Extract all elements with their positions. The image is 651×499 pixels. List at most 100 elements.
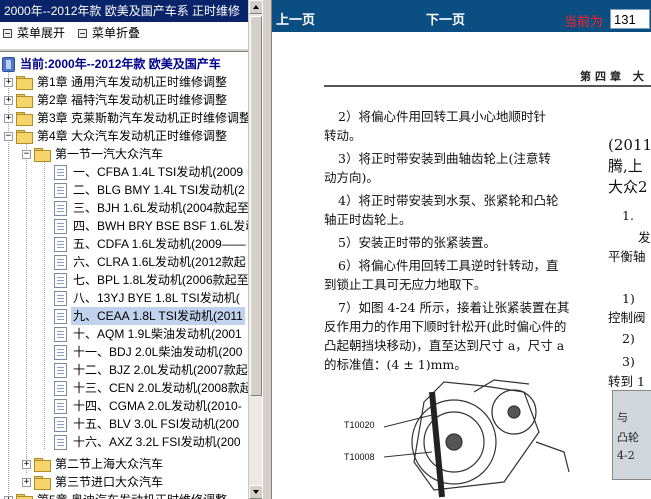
document-icon xyxy=(54,380,67,396)
inset-text: 4-2 xyxy=(617,449,635,462)
scroll-down-arrow-icon[interactable] xyxy=(249,485,262,499)
page-text-line: 3）将正时带安装到曲轴齿轮上(注意转 xyxy=(338,151,551,166)
document-icon xyxy=(54,416,67,432)
document-icon xyxy=(54,326,67,342)
tree-item[interactable]: 十三、CEN 2.0L发动机(2008款起 xyxy=(54,379,248,397)
page-text-line: 5）安装正时带的张紧装置。 xyxy=(338,235,496,250)
page-text-line: 动方向)。 xyxy=(324,170,379,185)
scroll-up-arrow-icon[interactable] xyxy=(249,0,262,14)
tree-chapter-5[interactable]: + 第5章 奥迪汽车发动机正时维修调整 xyxy=(4,491,229,499)
tree-chapter-1[interactable]: + 第1章 通用汽车发动机正时维修调整 xyxy=(4,73,229,91)
tree-item-selected[interactable]: 九、CEAA 1.8L TSI发动机(2011 xyxy=(54,307,245,325)
page-text-line: 反作用力的作用下顺时针松开(此时偏心件的 xyxy=(324,319,567,334)
folder-icon xyxy=(34,458,51,472)
tree-item[interactable]: 十二、BJZ 2.0L发动机(2007款起 xyxy=(54,361,248,379)
folder-open-icon xyxy=(34,148,51,162)
page-text-fragment: 1) xyxy=(622,291,635,306)
page-text-fragment: 控制阀 xyxy=(608,310,646,325)
tree-item[interactable]: 二、BLG BMY 1.4L TSI发动机(2 xyxy=(54,181,247,199)
inset-text: 与 xyxy=(617,411,628,424)
tree-item[interactable]: 三、BJH 1.6L发动机(2004款起至 xyxy=(54,199,248,217)
expand-toggle-icon[interactable]: + xyxy=(4,113,13,123)
tree-chapter-4[interactable]: − 第4章 大众汽车发动机正时维修调整 xyxy=(4,127,229,145)
tree-item-label: 十、AQM 1.9L柴油发动机(2001 xyxy=(73,327,242,341)
tree-item-label: 十六、AXZ 3.2L FSI发动机(200 xyxy=(73,435,241,449)
page-text-fragment: 2) xyxy=(622,331,635,346)
page-text-fragment: 腾,上 xyxy=(608,157,643,175)
tree-item[interactable]: 十六、AXZ 3.2L FSI发动机(200 xyxy=(54,433,243,451)
expand-all-icon xyxy=(3,28,12,38)
folder-icon xyxy=(16,494,33,499)
page-number-input[interactable] xyxy=(610,9,650,29)
page-text-fragment: 发 xyxy=(638,230,651,245)
tree-item[interactable]: 六、CLRA 1.6L发动机(2012款起 xyxy=(54,253,248,271)
pane-splitter[interactable] xyxy=(262,0,272,499)
book-icon xyxy=(2,56,15,72)
document-icon xyxy=(54,398,67,414)
tree-item[interactable]: 一、CFBA 1.4L TSI发动机(2009 xyxy=(54,163,245,181)
scrollbar-thumb[interactable] xyxy=(250,16,262,396)
collapse-toggle-icon[interactable]: − xyxy=(22,149,31,159)
tree-chapter-label: 第1章 通用汽车发动机正时维修调整 xyxy=(37,75,228,89)
tree-chapter-label: 第5章 奥迪汽车发动机正时维修调整 xyxy=(35,491,229,499)
viewer-toolbar: 上一页 下一页 当前为 xyxy=(272,0,651,32)
tree-item[interactable]: 七、BPL 1.8L发动机(2006款起至 xyxy=(54,271,248,289)
inset-text: 凸轮 xyxy=(617,431,639,444)
collapse-menu-button[interactable]: 菜单折叠 xyxy=(78,22,140,44)
tree-item[interactable]: 八、13YJ BYE 1.8L TSI发动机( xyxy=(54,289,242,307)
tree-item-label: 十一、BDJ 2.0L柴油发动机(200 xyxy=(73,345,243,359)
page-text-line: 4）将正时带安装到水泵、张紧轮和凸轮 xyxy=(338,193,559,208)
header-rule xyxy=(324,85,651,87)
page-text-line: 6）将偏心件用回转工具逆时针转动，直 xyxy=(338,258,559,273)
expand-toggle-icon[interactable]: + xyxy=(4,77,13,87)
expand-toggle-icon[interactable]: + xyxy=(22,459,31,469)
page-text-fragment: 平衡轴 xyxy=(608,249,646,264)
document-icon xyxy=(54,200,67,216)
tree-item-label: 二、BLG BMY 1.4L TSI发动机(2 xyxy=(73,183,245,197)
document-icon xyxy=(54,164,67,180)
document-icon xyxy=(54,236,67,252)
tree-root-label: 当前:2000年--2012年款 欧美及国产车 xyxy=(20,57,221,71)
tree-item-label: 十五、BLV 3.0L FSI发动机(200 xyxy=(73,417,240,431)
page-text-fragment: (2011 xyxy=(608,136,651,154)
document-icon xyxy=(54,362,67,378)
tree-chapter-3[interactable]: + 第3章 克莱斯勒汽车发动机正时维修调整 xyxy=(4,109,248,127)
figure-label: T10008 xyxy=(344,452,375,462)
tree-item-label: 五、CDFA 1.6L发动机(2009—— xyxy=(73,237,246,251)
tree-root[interactable]: 当前:2000年--2012年款 欧美及国产车 xyxy=(2,55,223,73)
tree-section-2[interactable]: + 第二节上海大众汽车 xyxy=(22,455,165,473)
tree-item[interactable]: 十四、CGMA 2.0L发动机(2010- xyxy=(54,397,244,415)
tree-item-label: 十四、CGMA 2.0L发动机(2010- xyxy=(73,399,242,413)
collapse-toggle-icon[interactable]: − xyxy=(4,131,13,141)
tree-section-label: 第二节上海大众汽车 xyxy=(55,457,164,471)
tree-chapter-label: 第3章 克莱斯勒汽车发动机正时维修调整 xyxy=(37,111,248,125)
tree-item[interactable]: 十五、BLV 3.0L FSI发动机(200 xyxy=(54,415,241,433)
page-text-line: 轴正时齿轮上。 xyxy=(324,212,412,227)
chapter-header: 第四章 大 xyxy=(580,70,648,83)
tree-item-label: 四、BWH BRY BSE BSF 1.6L发动 xyxy=(73,219,248,233)
tree-chapter-2[interactable]: + 第2章 福特汽车发动机正时维修调整 xyxy=(4,91,229,109)
tree-item[interactable]: 十、AQM 1.9L柴油发动机(2001 xyxy=(54,325,244,343)
folder-icon xyxy=(34,476,51,490)
tree-guide-line xyxy=(26,143,27,473)
expand-toggle-icon[interactable]: + xyxy=(4,495,13,499)
expand-menu-button[interactable]: 菜单展开 xyxy=(3,22,65,44)
outline-scrollbar[interactable] xyxy=(248,0,262,499)
outline-toolbar: 菜单展开 菜单折叠 xyxy=(0,22,248,44)
expand-toggle-icon[interactable]: + xyxy=(22,477,31,487)
tree-chapter-label: 第4章 大众汽车发动机正时维修调整 xyxy=(37,129,228,143)
tree-section-3[interactable]: + 第三节进口大众汽车 xyxy=(22,473,165,491)
inset-photo: 与凸轮 4-2 xyxy=(612,390,651,480)
outline-tree: 当前:2000年--2012年款 欧美及国产车 + 第1章 通用汽车发动机正时维… xyxy=(0,53,248,499)
tree-section-1[interactable]: − 第一节一汽大众汽车 xyxy=(22,145,165,163)
next-page-button[interactable]: 下一页 xyxy=(426,9,465,28)
tree-section-label: 第三节进口大众汽车 xyxy=(55,475,164,489)
tree-item[interactable]: 四、BWH BRY BSE BSF 1.6L发动 xyxy=(54,217,248,235)
prev-page-button[interactable]: 上一页 xyxy=(276,9,315,28)
tree-item-label: 十二、BJZ 2.0L发动机(2007款起 xyxy=(73,363,248,377)
expand-toggle-icon[interactable]: + xyxy=(4,95,13,105)
current-page-label: 当前为 xyxy=(564,14,604,29)
tree-item[interactable]: 十一、BDJ 2.0L柴油发动机(200 xyxy=(54,343,244,361)
tree-item[interactable]: 五、CDFA 1.6L发动机(2009—— xyxy=(54,235,248,253)
tree-item-label: 八、13YJ BYE 1.8L TSI发动机( xyxy=(73,291,240,305)
